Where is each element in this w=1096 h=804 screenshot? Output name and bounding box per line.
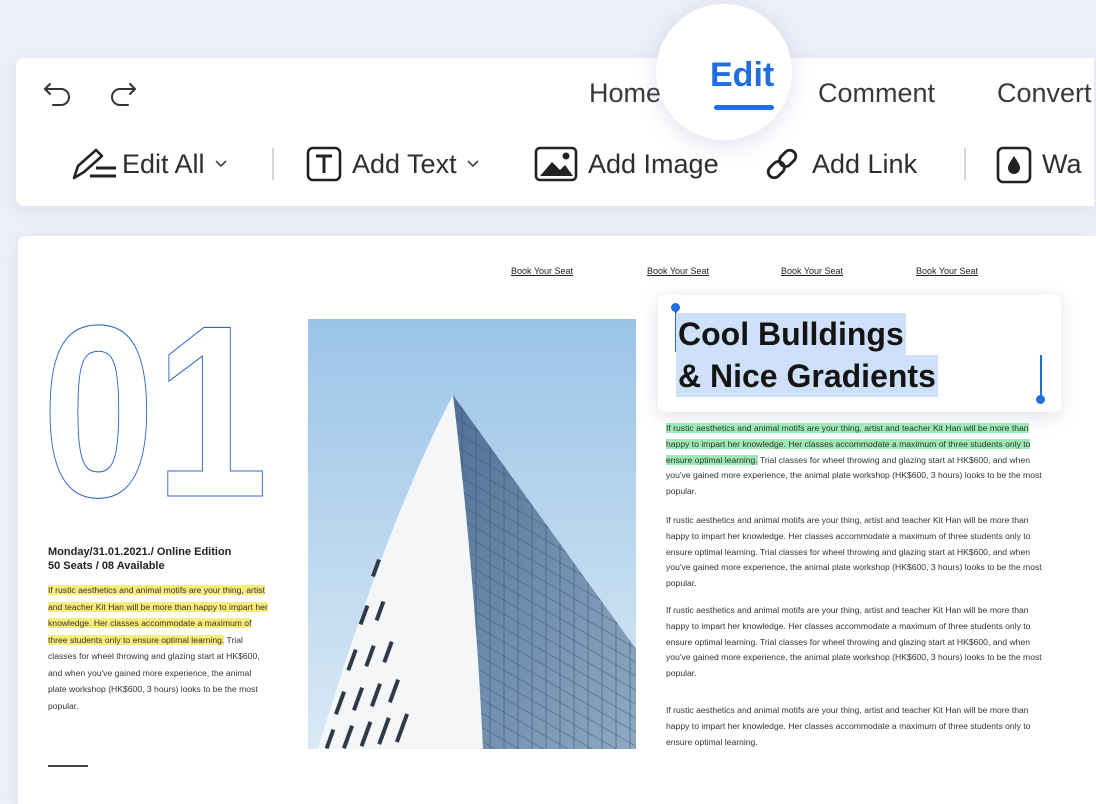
body-paragraph[interactable]: If rustic aesthetics and animal motifs a… (666, 703, 1046, 750)
watermark-icon (996, 146, 1032, 184)
book-seat-link[interactable]: Book Your Seat (647, 266, 709, 276)
body-paragraph[interactable]: If rustic aesthetics and animal motifs a… (666, 421, 1046, 500)
edit-all-button[interactable]: Edit All (70, 146, 227, 182)
book-seat-link[interactable]: Book Your Seat (781, 266, 843, 276)
big-number-text: 01 (42, 316, 268, 502)
seats-line[interactable]: 50 Seats / 08 Available (48, 560, 165, 572)
body-paragraph[interactable]: If rustic aesthetics and animal motifs a… (666, 603, 1046, 682)
event-date-line[interactable]: Monday/31.01.2021./ Online Edition (48, 546, 231, 558)
toolbar-divider (272, 148, 274, 180)
edit-all-icon (72, 148, 116, 180)
edit-toolbar: Home Comment Convert Edit All Add Text A… (16, 58, 1094, 206)
redo-icon[interactable] (108, 78, 140, 110)
big-number-outline[interactable]: 01 (42, 316, 272, 502)
add-text-label: Add Text (352, 148, 457, 179)
add-image-button[interactable]: Add Image (534, 146, 719, 182)
edit-all-label: Edit All (122, 148, 205, 179)
building-photo[interactable] (308, 319, 636, 749)
divider (48, 765, 88, 767)
chevron-down-icon (467, 160, 479, 168)
tool-row: Edit All Add Text Add Image Add Link Wa (16, 132, 1094, 192)
book-seat-link[interactable]: Book Your Seat (511, 266, 573, 276)
add-image-icon (534, 146, 578, 182)
active-tab-indicator (714, 105, 774, 110)
watermark-label: Wa (1042, 148, 1082, 179)
chevron-down-icon (214, 160, 227, 168)
selected-text-box[interactable]: Cool Bulldings & Nice Gradients (658, 295, 1061, 412)
book-seat-link[interactable]: Book Your Seat (916, 266, 978, 276)
selection-handle-end[interactable] (1036, 395, 1045, 404)
add-link-button[interactable]: Add Link (762, 146, 917, 182)
add-text-icon (306, 146, 342, 182)
tab-convert[interactable]: Convert (997, 78, 1094, 109)
add-link-label: Add Link (812, 148, 918, 179)
watermark-button[interactable]: Wa (996, 146, 1082, 184)
toolbar-divider (964, 148, 966, 180)
tab-edit[interactable]: Edit (710, 56, 774, 95)
body-paragraph[interactable]: If rustic aesthetics and animal motifs a… (666, 513, 1046, 592)
selection-caret (1040, 355, 1042, 399)
paragraph-text[interactable]: Trial classes for wheel throwing and gla… (48, 635, 260, 711)
tab-home[interactable]: Home (589, 78, 661, 109)
left-paragraph[interactable]: If rustic aesthetics and animal motifs a… (48, 582, 270, 714)
add-text-button[interactable]: Add Text (306, 146, 479, 182)
link-icon (766, 148, 798, 180)
undo-icon[interactable] (42, 78, 74, 110)
document-page: Book Your Seat Book Your Seat Book Your … (18, 236, 1096, 804)
heading-text[interactable]: Cool Bulldings (676, 313, 906, 355)
tab-comment[interactable]: Comment (818, 78, 935, 109)
add-image-label: Add Image (588, 148, 719, 179)
heading-text[interactable]: & Nice Gradients (676, 355, 938, 397)
